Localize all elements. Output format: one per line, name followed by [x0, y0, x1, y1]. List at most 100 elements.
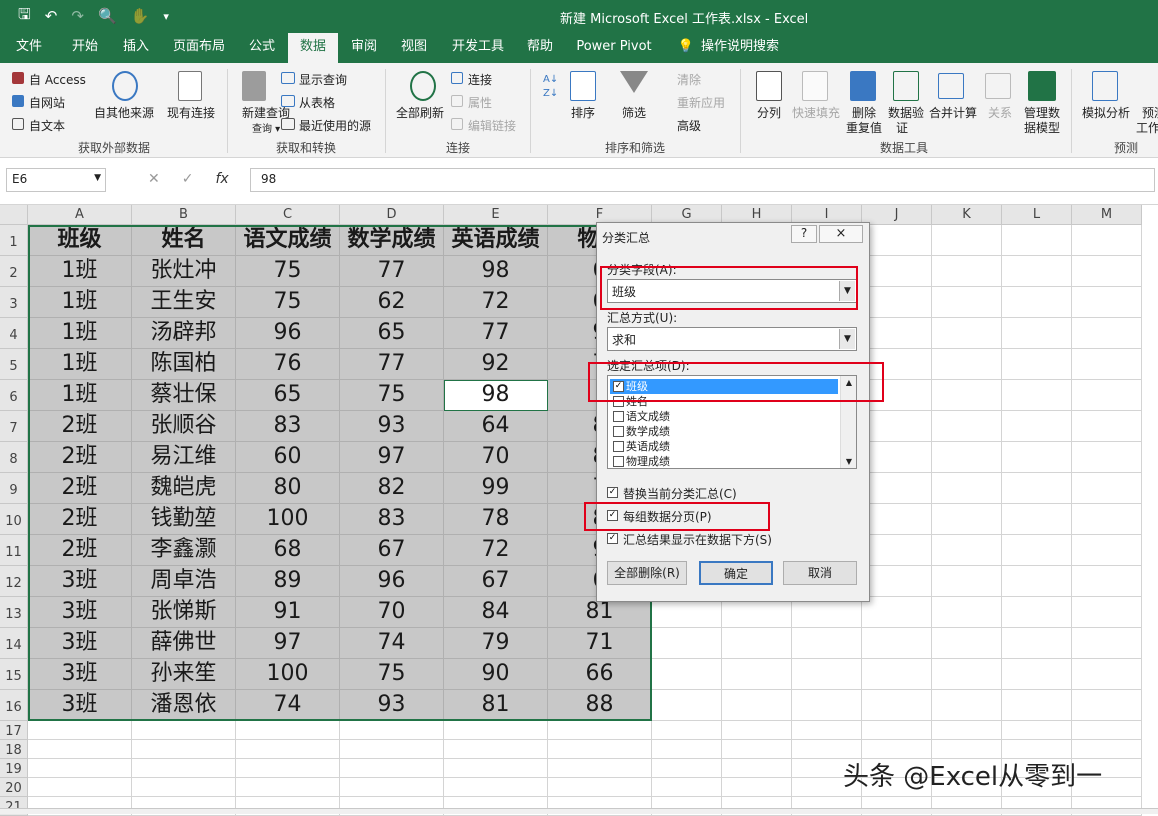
empty-cell[interactable] — [340, 759, 444, 778]
cancel-icon[interactable]: ✕ — [148, 171, 160, 187]
table-cell[interactable]: 99 — [444, 473, 548, 504]
empty-cell[interactable] — [1072, 504, 1142, 535]
empty-cell[interactable] — [1002, 380, 1072, 411]
tab-review[interactable]: 审阅 — [342, 33, 386, 63]
empty-cell[interactable] — [1072, 566, 1142, 597]
row-header-2[interactable]: 2 — [0, 256, 28, 287]
table-cell[interactable]: 100 — [236, 504, 340, 535]
empty-cell[interactable] — [932, 287, 1002, 318]
column-header-d[interactable]: D — [340, 205, 444, 225]
table-cell[interactable]: 70 — [340, 597, 444, 628]
table-cell[interactable]: 周卓浩 — [132, 566, 236, 597]
table-cell[interactable]: 1班 — [28, 380, 132, 411]
enter-icon[interactable]: ✓ — [182, 171, 194, 187]
table-cell[interactable]: 72 — [444, 535, 548, 566]
refresh-all-button[interactable]: 全部刷新 — [396, 104, 444, 121]
empty-cell[interactable] — [1002, 473, 1072, 504]
empty-cell[interactable] — [652, 659, 722, 690]
empty-cell[interactable] — [722, 759, 792, 778]
empty-cell[interactable] — [1002, 535, 1072, 566]
empty-cell[interactable] — [862, 411, 932, 442]
empty-cell[interactable] — [548, 759, 652, 778]
column-header-c[interactable]: C — [236, 205, 340, 225]
empty-cell[interactable] — [1072, 411, 1142, 442]
column-header-a[interactable]: A — [28, 205, 132, 225]
row-header-6[interactable]: 6 — [0, 380, 28, 411]
empty-cell[interactable] — [132, 778, 236, 797]
empty-cell[interactable] — [1002, 566, 1072, 597]
row-header-19[interactable]: 19 — [0, 759, 28, 778]
summary-below-checkbox[interactable]: ✓ 汇总结果显示在数据下方(S) — [607, 531, 772, 548]
tab-view[interactable]: 视图 — [392, 33, 436, 63]
empty-cell[interactable] — [862, 535, 932, 566]
empty-cell[interactable] — [862, 442, 932, 473]
empty-cell[interactable] — [548, 721, 652, 740]
table-cell[interactable]: 78 — [444, 504, 548, 535]
empty-cell[interactable] — [340, 721, 444, 740]
empty-cell[interactable] — [722, 740, 792, 759]
empty-cell[interactable] — [862, 225, 932, 256]
table-cell[interactable]: 王生安 — [132, 287, 236, 318]
table-cell[interactable]: 100 — [236, 659, 340, 690]
table-cell[interactable]: 3班 — [28, 566, 132, 597]
empty-cell[interactable] — [1002, 628, 1072, 659]
from-web-button[interactable]: 自网站 — [29, 94, 65, 111]
empty-cell[interactable] — [932, 535, 1002, 566]
row-header-17[interactable]: 17 — [0, 721, 28, 740]
from-table-button[interactable]: 从表格 — [299, 94, 335, 111]
table-cell[interactable]: 62 — [340, 287, 444, 318]
tab-insert[interactable]: 插入 — [112, 33, 160, 63]
empty-cell[interactable] — [1072, 721, 1142, 740]
row-header-20[interactable]: 20 — [0, 778, 28, 797]
edit-links-button[interactable]: 编辑链接 — [468, 117, 516, 134]
empty-cell[interactable] — [932, 380, 1002, 411]
table-cell[interactable]: 薛佛世 — [132, 628, 236, 659]
tab-data[interactable]: 数据 — [288, 33, 338, 63]
empty-cell[interactable] — [340, 740, 444, 759]
table-cell[interactable]: 2班 — [28, 504, 132, 535]
table-cell[interactable]: 1班 — [28, 287, 132, 318]
table-cell[interactable]: 74 — [236, 690, 340, 721]
from-text-button[interactable]: 自文本 — [29, 117, 65, 134]
table-cell[interactable]: 72 — [444, 287, 548, 318]
empty-cell[interactable] — [932, 628, 1002, 659]
table-cell[interactable]: 76 — [236, 349, 340, 380]
function-select[interactable]: 求和 ▼ — [607, 327, 857, 351]
table-cell[interactable]: 97 — [236, 628, 340, 659]
table-header-cell[interactable]: 班级 — [28, 225, 132, 256]
sort-az-icon[interactable]: A↓ Z↓ — [543, 73, 559, 105]
tab-page-layout[interactable]: 页面布局 — [166, 33, 232, 63]
table-cell[interactable]: 2班 — [28, 473, 132, 504]
row-header-3[interactable]: 3 — [0, 287, 28, 318]
empty-cell[interactable] — [1072, 473, 1142, 504]
row-header-5[interactable]: 5 — [0, 349, 28, 380]
table-cell[interactable]: 2班 — [28, 442, 132, 473]
empty-cell[interactable] — [1072, 690, 1142, 721]
table-cell[interactable]: 90 — [444, 659, 548, 690]
print-preview-icon[interactable]: 🔍 — [98, 7, 117, 25]
empty-cell[interactable] — [932, 411, 1002, 442]
table-cell[interactable]: 92 — [444, 349, 548, 380]
empty-cell[interactable] — [862, 256, 932, 287]
empty-cell[interactable] — [932, 225, 1002, 256]
empty-cell[interactable] — [1072, 287, 1142, 318]
sort-button[interactable]: 排序 — [571, 104, 595, 121]
table-cell[interactable]: 64 — [444, 411, 548, 442]
empty-cell[interactable] — [652, 690, 722, 721]
from-other-sources-button[interactable]: 自其他来源 — [94, 104, 154, 121]
column-header-e[interactable]: E — [444, 205, 548, 225]
column-header-j[interactable]: J — [862, 205, 932, 225]
list-item[interactable]: 数学成绩 — [610, 424, 838, 439]
table-cell[interactable]: 65 — [340, 318, 444, 349]
empty-cell[interactable] — [1072, 535, 1142, 566]
empty-cell[interactable] — [862, 659, 932, 690]
empty-cell[interactable] — [792, 659, 862, 690]
customize-icon[interactable]: ▾ — [163, 10, 169, 23]
empty-cell[interactable] — [132, 721, 236, 740]
advanced-filter-button[interactable]: 高级 — [677, 117, 701, 134]
empty-cell[interactable] — [652, 740, 722, 759]
table-cell[interactable]: 81 — [444, 690, 548, 721]
empty-cell[interactable] — [132, 759, 236, 778]
recent-sources-button[interactable]: 最近使用的源 — [299, 117, 371, 134]
checkbox-icon[interactable] — [613, 411, 624, 422]
